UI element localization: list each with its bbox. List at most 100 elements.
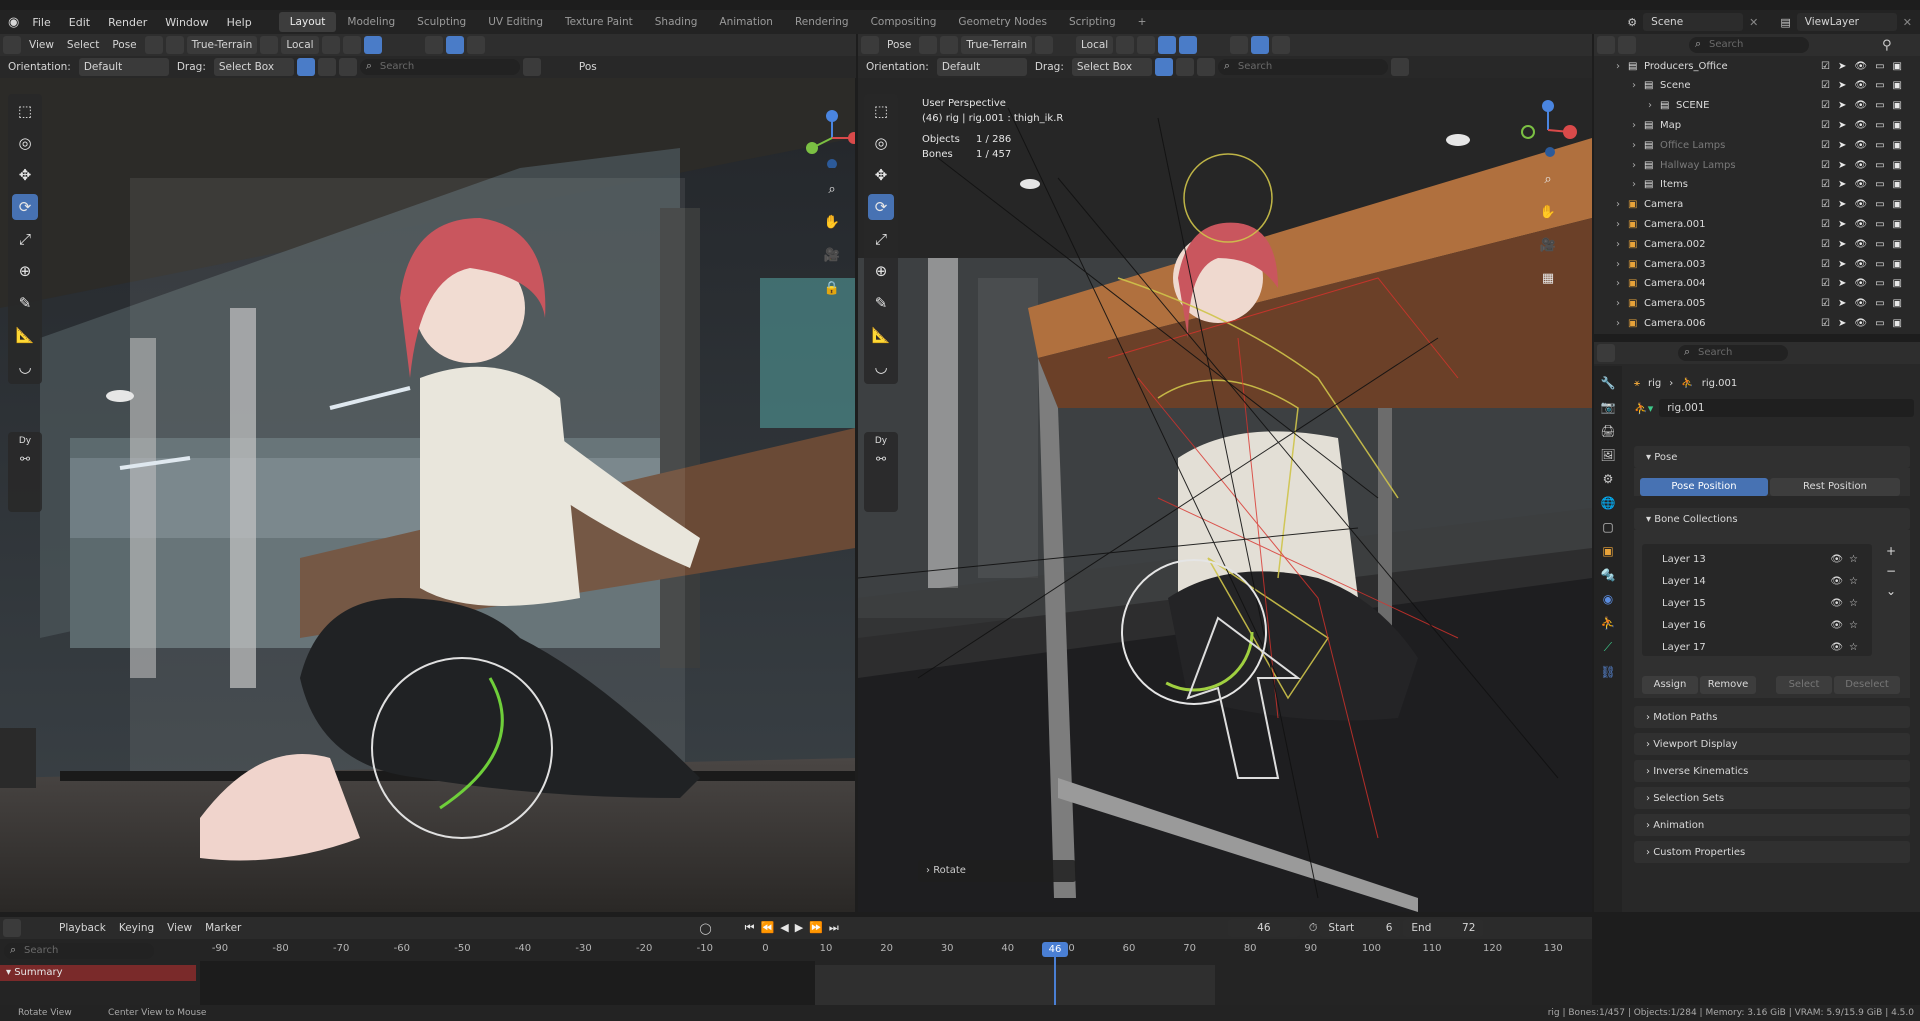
property-panel-header[interactable]: › Animation <box>1634 814 1910 836</box>
relax-pose-tool-icon[interactable]: ◡ <box>12 354 38 380</box>
right-scale-tool-icon[interactable]: ⤢ <box>868 226 894 252</box>
tab-uv-editing[interactable]: UV Editing <box>477 12 554 32</box>
checkbox-icon[interactable]: ☑ <box>1821 120 1830 131</box>
prev-key-icon[interactable]: ⏪ <box>761 921 781 934</box>
tab-layout[interactable]: Layout <box>278 12 337 32</box>
outliner-filter-icon[interactable]: ⚲ <box>1882 38 1892 53</box>
left-snap-target-icon[interactable] <box>260 36 279 54</box>
outliner-row[interactable]: › ▤ Producers_Office ☑ ➤ 👁 ▭ ▣ <box>1594 56 1910 76</box>
left-magnet-icon[interactable] <box>165 36 184 54</box>
visibility-icon[interactable]: 👁 <box>1854 298 1867 309</box>
left-pan-icon[interactable]: ✋ <box>820 210 844 234</box>
viewlayer-field[interactable]: ViewLayer <box>1796 13 1897 31</box>
right-xray-icon[interactable] <box>1158 36 1177 54</box>
render-icon[interactable]: ▣ <box>1893 100 1902 111</box>
bone-collection-item[interactable]: Layer 16 👁☆ <box>1642 616 1872 636</box>
visibility-icon[interactable]: 👁 <box>1854 219 1867 230</box>
scene-field[interactable]: Scene <box>1643 13 1744 31</box>
checkbox-icon[interactable]: ☑ <box>1821 298 1830 309</box>
right-select-mode-icon[interactable] <box>1154 58 1173 76</box>
right-select-box-tool-icon[interactable]: ⬚ <box>868 98 894 124</box>
right-shading-material-icon[interactable] <box>1251 36 1270 54</box>
scale-tool-icon[interactable]: ⤢ <box>12 226 38 252</box>
outliner-row[interactable]: › ▣ Camera.006 ☑ ➤ 👁 ▭ ▣ <box>1594 313 1910 333</box>
menu-window[interactable]: Window <box>156 16 217 29</box>
add-workspace-button[interactable]: + <box>1127 12 1158 32</box>
right-camera-icon[interactable]: 🎥 <box>1536 233 1560 257</box>
pin-scene-icon[interactable]: ✕ <box>1749 16 1758 29</box>
left-proportional-icon[interactable] <box>321 36 340 54</box>
checkbox-icon[interactable]: ☑ <box>1821 160 1830 171</box>
world-tab-icon[interactable]: 🌐 <box>1601 496 1616 510</box>
outliner-row[interactable]: › ▤ Scene ☑ ➤ 👁 ▭ ▣ <box>1594 76 1910 96</box>
menu-help[interactable]: Help <box>218 16 261 29</box>
checkbox-icon[interactable]: ☑ <box>1821 80 1830 91</box>
right-editor-type-icon[interactable] <box>861 36 879 54</box>
render-icon[interactable]: ▣ <box>1893 120 1902 131</box>
pose-position-button[interactable]: Pose Position <box>1640 478 1768 496</box>
visibility-icon[interactable]: 👁 <box>1854 239 1867 250</box>
selectable-icon[interactable]: ➤ <box>1838 219 1846 230</box>
expand-arrow-icon[interactable]: › <box>1632 140 1644 151</box>
visibility-icon[interactable]: 👁 <box>1854 160 1867 171</box>
menu-file[interactable]: File <box>23 16 59 29</box>
collection-tab-icon[interactable]: ▢ <box>1602 520 1613 534</box>
outliner-row[interactable]: › ▣ Camera.002 ☑ ➤ 👁 ▭ ▣ <box>1594 234 1910 254</box>
viewport-icon[interactable]: ▭ <box>1875 179 1884 190</box>
current-frame-field[interactable]: 46 <box>1227 919 1300 937</box>
viewport-icon[interactable]: ▭ <box>1875 61 1884 72</box>
scene-tab-icon[interactable]: ⚙ <box>1603 472 1614 486</box>
tab-animation[interactable]: Animation <box>708 12 784 32</box>
menu-edit[interactable]: Edit <box>60 16 99 29</box>
visibility-icon[interactable]: 👁 <box>1854 61 1867 72</box>
selectable-icon[interactable]: ➤ <box>1838 120 1846 131</box>
selectable-icon[interactable]: ➤ <box>1838 259 1846 270</box>
expand-arrow-icon[interactable]: › <box>1616 61 1628 72</box>
star-icon[interactable]: ☆ <box>1849 554 1864 565</box>
select-box-tool-icon[interactable]: ⬚ <box>12 98 38 124</box>
right-shading-solid-icon[interactable] <box>1230 36 1249 54</box>
cursor-tool-icon[interactable]: ◎ <box>12 130 38 156</box>
render-icon[interactable]: ▣ <box>1893 259 1902 270</box>
selectable-icon[interactable]: ➤ <box>1838 278 1846 289</box>
outliner-row[interactable]: › ▣ Camera.001 ☑ ➤ 👁 ▭ ▣ <box>1594 214 1910 234</box>
render-icon[interactable]: ▣ <box>1893 298 1902 309</box>
eye-icon[interactable]: 👁 <box>1830 598 1849 609</box>
left-pose-tools-icon[interactable] <box>144 36 163 54</box>
render-icon[interactable]: ▣ <box>1893 80 1902 91</box>
expand-arrow-icon[interactable]: › <box>1616 239 1628 250</box>
right-cursor-tool-icon[interactable]: ◎ <box>868 130 894 156</box>
viewport-icon[interactable]: ▭ <box>1875 278 1884 289</box>
annotate-tool-icon[interactable]: ✎ <box>12 290 38 316</box>
play-icon[interactable]: ▶ <box>795 921 809 934</box>
select-button[interactable]: Select <box>1776 676 1832 694</box>
tab-compositing[interactable]: Compositing <box>860 12 948 32</box>
right-axis-gizmo[interactable] <box>1518 98 1578 158</box>
expand-arrow-icon[interactable]: › <box>1616 318 1628 329</box>
checkbox-icon[interactable]: ☑ <box>1821 100 1830 111</box>
selectable-icon[interactable]: ➤ <box>1838 100 1846 111</box>
right-move-tool-icon[interactable]: ✥ <box>868 162 894 188</box>
viewport-icon[interactable]: ▭ <box>1875 298 1884 309</box>
remove-button[interactable]: Remove <box>1700 676 1756 694</box>
tab-geometry-nodes[interactable]: Geometry Nodes <box>947 12 1058 32</box>
outliner-editor-icon[interactable] <box>1597 36 1615 54</box>
selectable-icon[interactable]: ➤ <box>1838 298 1846 309</box>
visibility-icon[interactable]: 👁 <box>1854 259 1867 270</box>
left-xray-icon[interactable] <box>363 36 382 54</box>
right-pose-tools-icon[interactable] <box>919 36 938 54</box>
selectable-icon[interactable]: ➤ <box>1838 179 1846 190</box>
play-reverse-icon[interactable]: ◀ <box>780 921 794 934</box>
right-select-subtract-icon[interactable] <box>1196 58 1215 76</box>
operator-panel[interactable]: › Rotate <box>918 860 1076 882</box>
assign-button[interactable]: Assign <box>1642 676 1698 694</box>
object-tab-icon[interactable]: ▣ <box>1602 544 1613 558</box>
left-panel-options-icon[interactable]: ⚯ <box>20 452 30 466</box>
editor-type-icon[interactable] <box>3 36 21 54</box>
right-panel-options-icon[interactable]: ⚯ <box>876 452 886 466</box>
jump-start-icon[interactable]: ⏮ <box>745 921 761 934</box>
left-shading-material-icon[interactable] <box>445 36 464 54</box>
rest-position-button[interactable]: Rest Position <box>1770 478 1900 496</box>
star-icon[interactable]: ☆ <box>1849 598 1864 609</box>
eye-icon[interactable]: 👁 <box>1830 554 1849 565</box>
